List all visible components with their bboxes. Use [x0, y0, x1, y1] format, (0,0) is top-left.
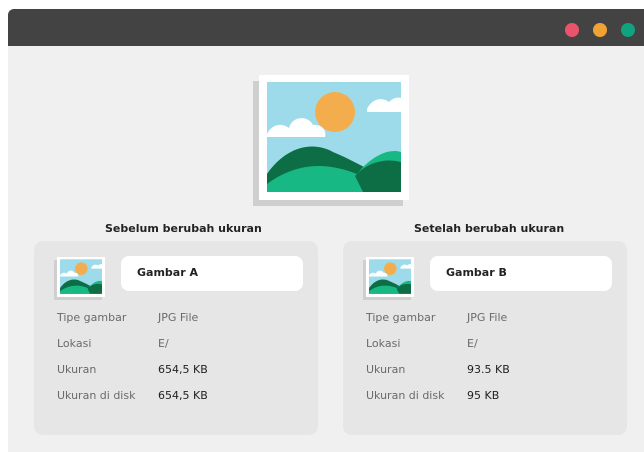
location-value: E/ — [158, 337, 169, 350]
minimize-window-dot[interactable] — [593, 23, 607, 37]
disk-size-value: 654,5 KB — [158, 389, 208, 402]
filename-label: Gambar A — [137, 266, 198, 279]
image-preview — [259, 75, 409, 200]
disk-size-value: 95 KB — [467, 389, 500, 402]
type-value: JPG File — [158, 311, 199, 324]
card-before: Gambar A Tipe gambar JPG File Lokasi E/ … — [34, 241, 318, 435]
card-after: Gambar B Tipe gambar JPG File Lokasi E/ … — [343, 241, 627, 435]
landscape-image-icon — [267, 82, 401, 192]
type-label: Tipe gambar — [57, 311, 127, 324]
landscape-thumbnail-icon — [369, 259, 411, 294]
disk-size-label: Ukuran di disk — [57, 389, 136, 402]
disk-size-label: Ukuran di disk — [366, 389, 445, 402]
filename-label: Gambar B — [446, 266, 507, 279]
app-window: Sebelum berubah ukuran Setelah berubah u… — [8, 9, 644, 452]
size-label: Ukuran — [366, 363, 406, 376]
size-value: 93.5 KB — [467, 363, 510, 376]
caption-before: Sebelum berubah ukuran — [105, 222, 262, 235]
size-label: Ukuran — [57, 363, 97, 376]
location-label: Lokasi — [366, 337, 401, 350]
thumbnail — [57, 257, 105, 297]
landscape-thumbnail-icon — [60, 259, 102, 294]
location-value: E/ — [467, 337, 478, 350]
filename-field[interactable]: Gambar A — [121, 256, 303, 291]
caption-after: Setelah berubah ukuran — [414, 222, 565, 235]
type-value: JPG File — [467, 311, 508, 324]
maximize-window-dot[interactable] — [621, 23, 635, 37]
location-label: Lokasi — [57, 337, 92, 350]
type-label: Tipe gambar — [366, 311, 436, 324]
size-value: 654,5 KB — [158, 363, 208, 376]
title-bar — [8, 9, 644, 46]
thumbnail — [366, 257, 414, 297]
filename-field[interactable]: Gambar B — [430, 256, 612, 291]
close-window-dot[interactable] — [565, 23, 579, 37]
